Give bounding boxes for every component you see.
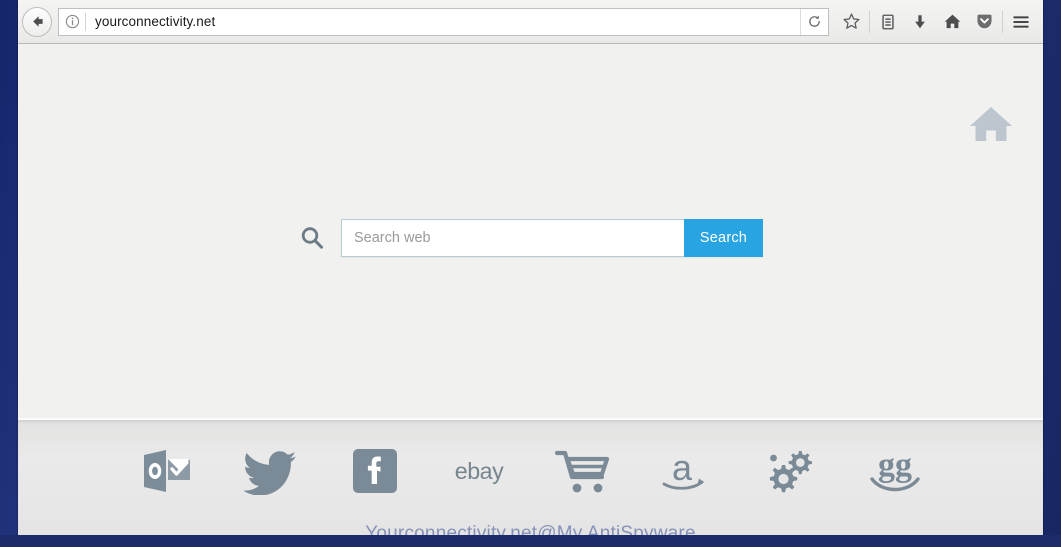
shortcut-settings[interactable] [760,442,822,500]
svg-text:a: a [671,447,692,488]
download-arrow-icon [915,14,925,28]
menu-button[interactable] [1005,6,1037,38]
search-icon [298,224,326,252]
ebay-icon: ebay [454,458,504,484]
desktop-taskbar-strip [0,535,1061,547]
shortcut-ebay[interactable]: ebay [448,442,510,500]
home-icon [970,107,1012,141]
svg-text:gg: gg [878,447,912,484]
shortcut-amazon[interactable]: a [656,442,718,500]
shortcut-cart[interactable] [552,442,614,500]
shortcut-outlook[interactable] [136,442,198,500]
reload-icon [809,15,820,27]
bookmark-star-button[interactable] [835,6,867,38]
search-input[interactable] [341,219,684,257]
shopping-cart-icon [554,450,609,493]
home-icon [944,14,960,29]
reload-button[interactable] [800,8,828,35]
hamburger-menu-icon [1013,15,1029,28]
star-icon [842,13,860,29]
pocket-icon [976,14,992,29]
search-button[interactable]: Search [684,219,763,257]
gumtree-icon: gg [869,447,920,492]
toolbar-divider-2 [1002,10,1003,33]
browser-window: yourconnectivity.net Search web Search e… [18,0,1043,547]
shortcut-twitter[interactable] [240,442,302,500]
back-button[interactable] [22,6,52,37]
outlook-icon [143,450,190,492]
back-arrow-icon [32,16,43,27]
home-button[interactable] [936,6,968,38]
page-content: Search [18,44,1043,418]
info-circle-icon [65,14,79,29]
shortcut-row: ebay a gg [136,442,926,500]
svg-text:ebay: ebay [454,458,503,484]
facebook-icon [352,449,397,493]
shortcut-facebook[interactable] [344,442,406,500]
magnifier-icon [301,227,323,249]
downloads-button[interactable] [904,6,936,38]
twitter-icon [243,451,296,495]
info-icon[interactable] [59,14,85,29]
library-button[interactable] [872,6,904,38]
url-text[interactable]: yourconnectivity.net [86,14,800,29]
browser-toolbar: yourconnectivity.net [18,0,1043,44]
shortcut-gumtree[interactable]: gg [864,442,926,500]
pocket-button[interactable] [968,6,1000,38]
search-area: Search [18,219,1043,257]
page-home-icon[interactable] [967,100,1015,148]
gears-icon [769,451,812,493]
library-icon [882,14,894,29]
shortcut-footer: ebay a gg Yourconnectivity.net@My AntiSp… [18,418,1043,547]
url-bar[interactable]: yourconnectivity.net [58,7,829,36]
amazon-icon: a [662,447,704,490]
search-form: Search [341,219,763,257]
toolbar-divider [869,10,870,33]
